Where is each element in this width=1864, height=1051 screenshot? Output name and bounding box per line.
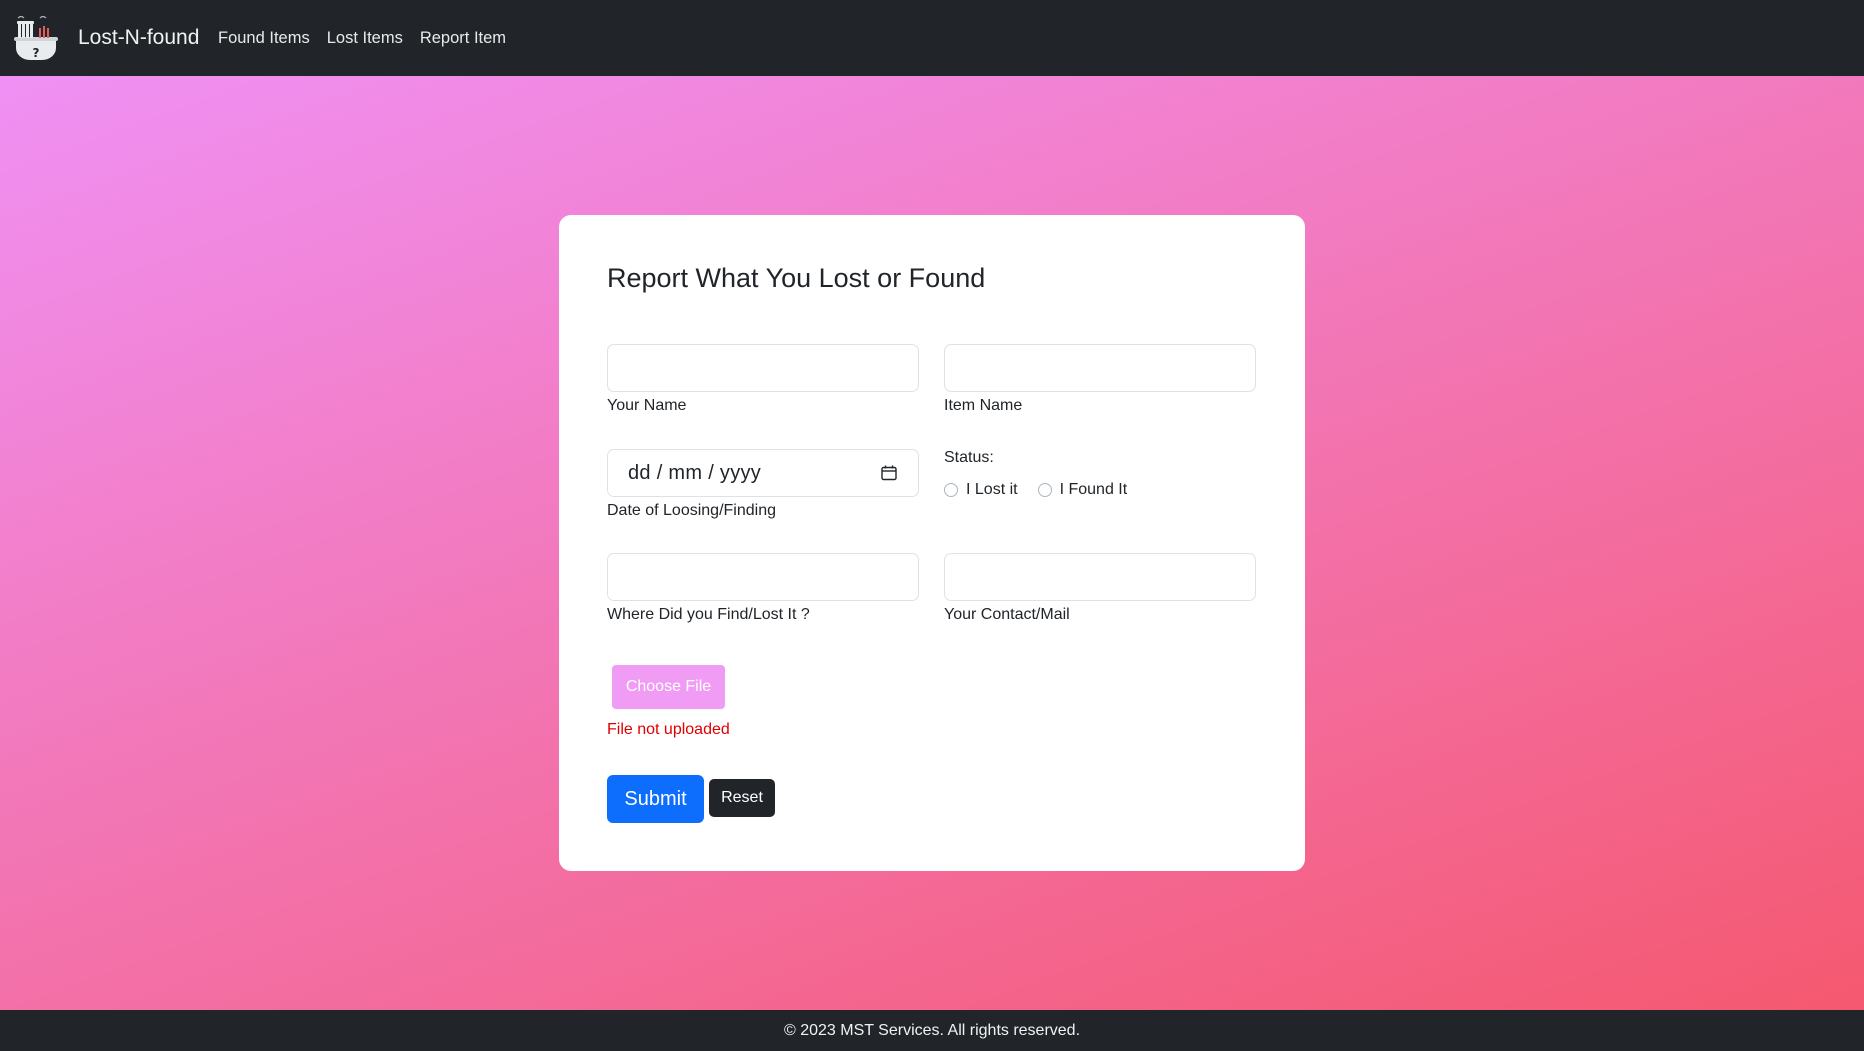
svg-text:?: ? (33, 46, 40, 60)
item-name-input[interactable] (944, 344, 1256, 392)
calendar-icon[interactable] (880, 464, 898, 482)
your-name-label: Your Name (607, 397, 687, 414)
date-placeholder: dd / mm / yyyy (628, 461, 762, 484)
brand-name[interactable]: Lost-N-found (78, 26, 199, 50)
your-name-field: Your Name (607, 344, 919, 415)
report-form-card: Report What You Lost or Found Your Name … (559, 215, 1305, 871)
radio-lost-label[interactable]: I Lost it (966, 481, 1018, 499)
nav-link-found-items[interactable]: Found Items (218, 29, 310, 48)
status-label: Status: (944, 449, 994, 466)
location-label: Where Did you Find/Lost It ? (607, 606, 810, 623)
radio-found-label[interactable]: I Found It (1060, 481, 1128, 499)
radio-lost[interactable]: I Lost it (944, 481, 1018, 499)
radio-found-circle[interactable] (1037, 483, 1052, 497)
location-input[interactable] (607, 553, 919, 601)
footer-copyright: © 2023 MST Services. All rights reserved… (783, 1021, 1081, 1039)
submit-button[interactable]: Submit (607, 775, 704, 823)
contact-label: Your Contact/Mail (944, 606, 1070, 623)
nav-links: Found Items Lost Items Report Item (218, 29, 506, 48)
reset-button[interactable]: Reset (709, 779, 775, 817)
item-name-field: Item Name (944, 344, 1256, 415)
location-field: Where Did you Find/Lost It ? (607, 553, 919, 624)
radio-found[interactable]: I Found It (1037, 481, 1128, 499)
date-field: dd / mm / yyyy Date of Loosing/Finding (607, 449, 919, 520)
nav-link-lost-items[interactable]: Lost Items (327, 29, 403, 48)
choose-file-button[interactable]: Choose File (612, 665, 725, 709)
contact-input[interactable] (944, 553, 1256, 601)
form-title: Report What You Lost or Found (607, 263, 986, 293)
date-label: Date of Loosing/Finding (607, 502, 776, 519)
status-radios: I Lost it I Found It (944, 481, 1127, 499)
radio-lost-circle[interactable] (944, 483, 958, 497)
navbar: ? Lost-N-found Found Items Lost Items Re… (0, 0, 1864, 76)
status-group: Status: I Lost it I Found It (944, 449, 1127, 499)
item-name-label: Item Name (944, 397, 1023, 414)
date-input[interactable]: dd / mm / yyyy (607, 449, 919, 497)
file-status-message: File not uploaded (607, 721, 730, 738)
lost-found-logo-icon[interactable]: ? (12, 14, 60, 62)
contact-field: Your Contact/Mail (944, 553, 1256, 624)
footer: © 2023 MST Services. All rights reserved… (0, 1010, 1864, 1051)
nav-link-report-item[interactable]: Report Item (420, 29, 506, 48)
your-name-input[interactable] (607, 344, 919, 392)
